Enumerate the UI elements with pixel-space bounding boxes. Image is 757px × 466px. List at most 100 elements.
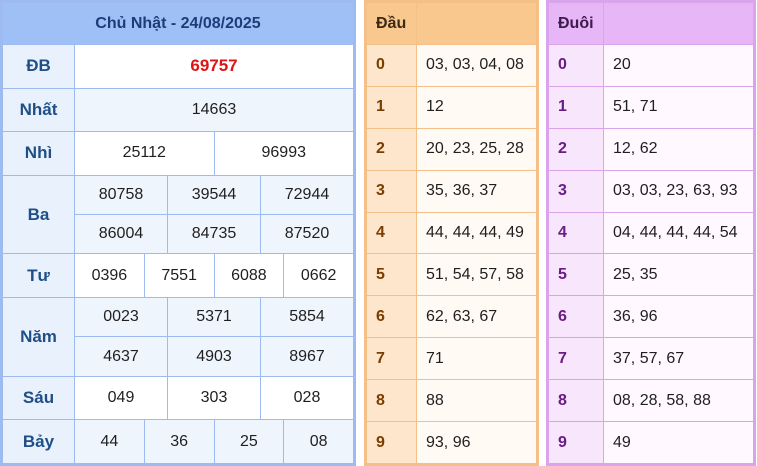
duoi-digit: 7 (548, 337, 604, 381)
prize-value: 25 (213, 419, 285, 464)
prize-value: 5854 (260, 296, 354, 338)
duoi-values: 04, 44, 44, 44, 54 (603, 211, 754, 255)
first-prize-value: 14663 (74, 87, 354, 133)
prize-value: 4903 (167, 336, 261, 377)
prize-label-nam: Năm (2, 297, 75, 377)
dau-row: 6 62, 63, 67 (366, 295, 537, 339)
dau-digit: 8 (366, 379, 417, 423)
prize-row-ba: Ba 80758 39544 72944 (2, 174, 354, 255)
duoi-row: 3 03, 03, 23, 63, 93 (548, 169, 754, 213)
duoi-values: 37, 57, 67 (603, 337, 754, 381)
duoi-values: 08, 28, 58, 88 (603, 379, 754, 423)
prize-row-bay: Bảy 44 36 25 08 (2, 419, 354, 464)
duoi-header-blank (603, 2, 754, 45)
prize-value: 96993 (213, 131, 354, 176)
dau-row: 1 12 (366, 85, 537, 129)
duoi-digit: 3 (548, 169, 604, 213)
prize-value: 0396 (74, 253, 145, 298)
duoi-header: Đuôi (548, 2, 604, 45)
duoi-table: Đuôi 0 20 1 51, 71 2 12, 62 3 03, 03, 23, 63… (546, 0, 756, 466)
dau-row: 0 03, 03, 04, 08 (366, 44, 537, 87)
dau-values: 20, 23, 25, 28 (416, 127, 537, 171)
prize-value: 5371 (167, 296, 261, 338)
dau-row: 2 20, 23, 25, 28 (366, 127, 537, 171)
duoi-values: 36, 96 (603, 295, 754, 339)
duoi-row: 0 20 (548, 44, 754, 87)
dau-digit: 1 (366, 85, 417, 129)
prize-value: 7551 (143, 253, 215, 298)
duoi-digit: 5 (548, 253, 604, 297)
duoi-row: 5 25, 35 (548, 253, 754, 297)
duoi-digit: 0 (548, 44, 604, 87)
prize-value: 0662 (283, 253, 354, 298)
duoi-digit: 8 (548, 379, 604, 423)
duoi-row: 2 12, 62 (548, 127, 754, 171)
duoi-values: 49 (603, 421, 754, 464)
dau-values: 44, 44, 44, 49 (416, 211, 537, 255)
duoi-values: 03, 03, 23, 63, 93 (603, 169, 754, 213)
dau-values: 71 (416, 337, 537, 381)
prize-row-nhi: Nhì 25112 96993 (2, 131, 354, 176)
dau-table: Đầu 0 03, 03, 04, 08 1 12 2 20, 23, 25, 28 … (364, 0, 539, 466)
dau-row: 5 51, 54, 57, 58 (366, 253, 537, 297)
prize-label-nhat: Nhất (2, 87, 75, 133)
prize-value: 36 (143, 419, 215, 464)
prize-value: 87520 (260, 214, 354, 255)
duoi-values: 51, 71 (603, 85, 754, 129)
dau-digit: 9 (366, 421, 417, 464)
prize-value: 08 (283, 419, 354, 464)
prize-value: 25112 (74, 131, 215, 176)
dau-digit: 3 (366, 169, 417, 213)
dau-values: 51, 54, 57, 58 (416, 253, 537, 297)
duoi-digit: 9 (548, 421, 604, 464)
prize-row-nhat: Nhất 14663 (2, 87, 354, 133)
duoi-values: 25, 35 (603, 253, 754, 297)
dau-grid: Đầu 0 03, 03, 04, 08 1 12 2 20, 23, 25, 28 … (366, 2, 537, 464)
prize-value: 4637 (74, 336, 168, 377)
prize-row-sau: Sáu 049 303 028 (2, 375, 354, 421)
prize-label-nhi: Nhì (2, 131, 75, 176)
duoi-grid: Đuôi 0 20 1 51, 71 2 12, 62 3 03, 03, 23, 63… (548, 2, 754, 464)
dau-digit: 2 (366, 127, 417, 171)
special-prize-value: 69757 (74, 44, 354, 89)
prize-row-tu: Tư 0396 7551 6088 0662 (2, 253, 354, 298)
prize-value: 049 (74, 375, 168, 421)
prize-value: 303 (167, 375, 261, 421)
duoi-row: 9 49 (548, 421, 754, 464)
dau-header-row: Đầu (366, 2, 537, 45)
prize-row-nam: Năm 0023 5371 5854 (2, 296, 354, 377)
prize-value: 72944 (260, 174, 354, 216)
results-title-row: Chủ Nhật - 24/08/2025 (2, 2, 354, 45)
dau-digit: 4 (366, 211, 417, 255)
prize-row-db: ĐB 69757 (2, 44, 354, 89)
prize-label-sau: Sáu (2, 375, 75, 421)
results-grid: Chủ Nhật - 24/08/2025 ĐB 69757 Nhất 1466… (2, 2, 354, 464)
dau-values: 88 (416, 379, 537, 423)
prize-value: 6088 (213, 253, 285, 298)
prize-label-db: ĐB (2, 44, 75, 89)
prize-label-tu: Tư (2, 253, 75, 298)
dau-values: 35, 36, 37 (416, 169, 537, 213)
prize-value: 028 (260, 375, 354, 421)
duoi-row: 4 04, 44, 44, 44, 54 (548, 211, 754, 255)
dau-row: 4 44, 44, 44, 49 (366, 211, 537, 255)
prize-value: 8967 (260, 336, 354, 377)
duoi-digit: 2 (548, 127, 604, 171)
dau-digit: 7 (366, 337, 417, 381)
dau-row: 8 88 (366, 379, 537, 423)
duoi-values: 20 (603, 44, 754, 87)
prize-value: 39544 (167, 174, 261, 216)
prize-value: 84735 (167, 214, 261, 255)
dau-digit: 6 (366, 295, 417, 339)
dau-header-blank (416, 2, 537, 45)
prize-value: 80758 (74, 174, 168, 216)
prize-value: 44 (74, 419, 145, 464)
dau-row: 9 93, 96 (366, 421, 537, 464)
dau-header: Đầu (366, 2, 417, 45)
duoi-row: 6 36, 96 (548, 295, 754, 339)
prize-label-ba: Ba (2, 174, 75, 255)
dau-digit: 5 (366, 253, 417, 297)
dau-row: 3 35, 36, 37 (366, 169, 537, 213)
dau-values: 62, 63, 67 (416, 295, 537, 339)
dau-values: 12 (416, 85, 537, 129)
